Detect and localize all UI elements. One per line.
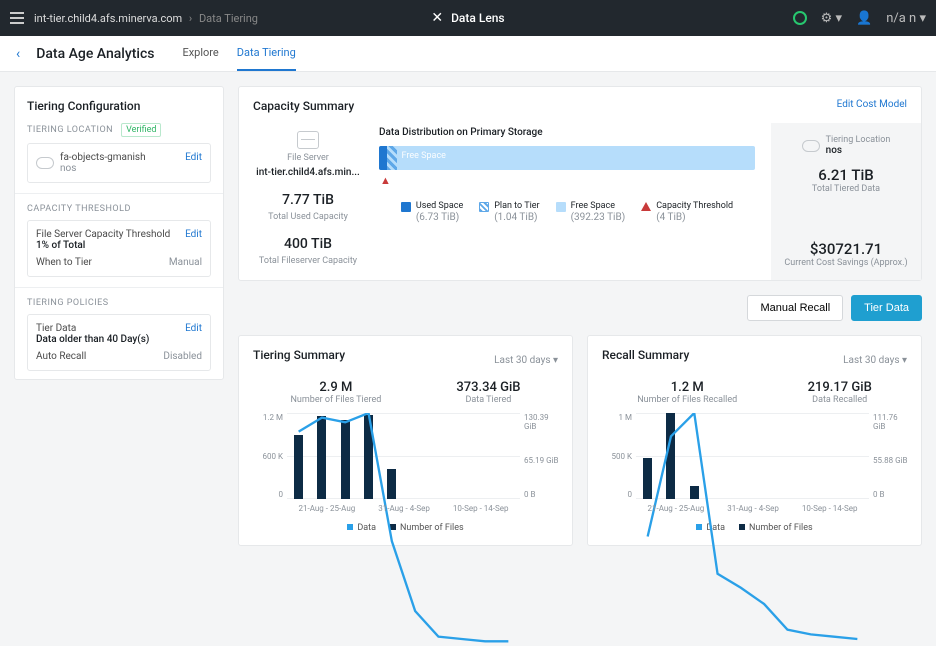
threshold-marker-icon: ▲ [380, 174, 755, 187]
cap-thr-value: 1% of Total [36, 240, 170, 251]
distribution-legend: Used Space(6.73 TiB) Plan to Tier(1.04 T… [379, 201, 755, 224]
recall-chart: 1 M500 K0 111.76 GiB55.88 GiB0 B 21-Aug … [602, 413, 907, 513]
manual-recall-button[interactable]: Manual Recall [747, 295, 843, 321]
tab-data-tiering[interactable]: Data Tiering [237, 36, 296, 71]
tabs: Explore Data Tiering [182, 36, 295, 71]
kpi-files-tiered: 2.9 M [290, 380, 381, 395]
breadcrumb: int-tier.child4.afs.minerva.com › Data T… [34, 12, 258, 25]
total-capacity-value: 400 TiB [284, 236, 332, 252]
loc-name: fa-objects-gmanish [60, 152, 146, 163]
threshold-swatch-icon [641, 202, 651, 211]
tier-data-value: Data older than 40 Day(s) [36, 334, 149, 345]
loc-sub: nos [60, 163, 146, 174]
tiering-summary-panel: Tiering Summary Last 30 days ▾ 2.9 MNumb… [238, 335, 573, 546]
user-icon[interactable]: 👤 [856, 11, 872, 26]
kpi-files-recalled: 1.2 M [637, 380, 737, 395]
auto-recall-value: Disabled [163, 351, 202, 362]
tiered-value: 6.21 TiB [783, 166, 909, 184]
section-capacity-threshold: CAPACITY THRESHOLD [27, 204, 211, 214]
tiered-label: Total Tiered Data [783, 184, 909, 194]
total-capacity-label: Total Fileserver Capacity [259, 256, 357, 266]
user-name[interactable]: n/a n ▾ [886, 11, 926, 26]
tab-explore[interactable]: Explore [182, 36, 218, 71]
edit-threshold-link[interactable]: Edit [185, 229, 202, 240]
action-row: Manual Recall Tier Data [238, 295, 922, 321]
panel-title: Tiering Configuration [27, 99, 211, 113]
cap-thr-label: File Server Capacity Threshold [36, 229, 170, 240]
server-label: File Server [287, 153, 329, 163]
tier-data-button[interactable]: Tier Data [851, 295, 922, 321]
section-tiering-policies: TIERING POLICIES [27, 298, 211, 308]
free-swatch-icon [556, 202, 566, 212]
when-label: When to Tier [36, 257, 92, 268]
distribution-title: Data Distribution on Primary Storage [379, 127, 755, 138]
dist-used-segment [379, 146, 387, 170]
top-bar: int-tier.child4.afs.minerva.com › Data T… [0, 0, 936, 36]
kpi-data-recalled: 219.17 GiB [808, 380, 872, 395]
server-icon [297, 131, 319, 149]
server-name: int-tier.child4.afs.min... [256, 167, 360, 178]
kpi-data-tiered: 373.34 GiB [456, 380, 520, 395]
used-capacity-value: 7.77 TiB [282, 192, 334, 208]
used-capacity-label: Total Used Capacity [268, 212, 348, 222]
chevron-right-icon: › [189, 12, 192, 25]
edit-location-link[interactable]: Edit [185, 152, 202, 163]
hamburger-icon[interactable] [10, 12, 24, 24]
savings-label: Current Cost Savings (Approx.) [783, 258, 909, 268]
tiering-range-select[interactable]: Last 30 days ▾ [494, 355, 558, 366]
edit-policy-link[interactable]: Edit [185, 323, 202, 334]
sub-header: ‹ Data Age Analytics Explore Data Tierin… [0, 36, 936, 72]
capacity-summary-panel: Capacity Summary Edit Cost Model File Se… [238, 86, 922, 281]
dist-free-label: Free Space [402, 151, 446, 161]
back-icon[interactable]: ‹ [16, 46, 20, 62]
app-title: Data Lens [451, 11, 505, 25]
tiering-chart: 1.2 M600 K0 130.39 GiB65.19 GiB0 B 21-Au… [253, 413, 558, 513]
distribution-bar: Free Space [379, 146, 755, 170]
status-indicator-icon[interactable] [793, 11, 807, 25]
recall-summary-title: Recall Summary [602, 348, 689, 362]
tiering-policies-card: Tier Data Data older than 40 Day(s) Edit… [27, 314, 211, 371]
domain-text[interactable]: int-tier.child4.afs.minerva.com [34, 12, 182, 25]
capacity-title: Capacity Summary [253, 99, 354, 113]
capacity-left: File Server int-tier.child4.afs.min... 7… [253, 127, 363, 266]
capacity-threshold-card: File Server Capacity Threshold 1% of Tot… [27, 220, 211, 277]
app-logo-icon: ✕ [431, 10, 443, 26]
recall-range-select[interactable]: Last 30 days ▾ [843, 355, 907, 366]
cloud-icon [802, 140, 820, 152]
tier-data-label: Tier Data [36, 323, 149, 334]
recall-summary-panel: Recall Summary Last 30 days ▾ 1.2 MNumbe… [587, 335, 922, 546]
when-value: Manual [169, 257, 202, 268]
gear-icon[interactable]: ⚙ ▾ [821, 11, 842, 26]
capacity-distribution: Data Distribution on Primary Storage Fre… [379, 127, 755, 266]
breadcrumb-current: Data Tiering [199, 12, 258, 25]
auto-recall-label: Auto Recall [36, 351, 86, 362]
section-tiering-location: TIERING LOCATION Verified [27, 123, 211, 137]
savings-value: $30721.71 [783, 240, 909, 258]
tiering-config-panel: Tiering Configuration TIERING LOCATION V… [14, 86, 224, 380]
plan-swatch-icon [479, 202, 489, 212]
tiering-summary-title: Tiering Summary [253, 348, 345, 362]
verified-badge: Verified [121, 123, 161, 137]
used-swatch-icon [401, 202, 411, 212]
page-title: Data Age Analytics [36, 46, 154, 62]
dist-plan-segment [387, 146, 396, 170]
capacity-right: Tiering Locationnos 6.21 TiB Total Tiere… [771, 123, 921, 280]
edit-cost-model-link[interactable]: Edit Cost Model [837, 99, 907, 123]
tiering-location-card: fa-objects-gmanish nos Edit [27, 143, 211, 183]
cloud-icon [36, 157, 54, 169]
